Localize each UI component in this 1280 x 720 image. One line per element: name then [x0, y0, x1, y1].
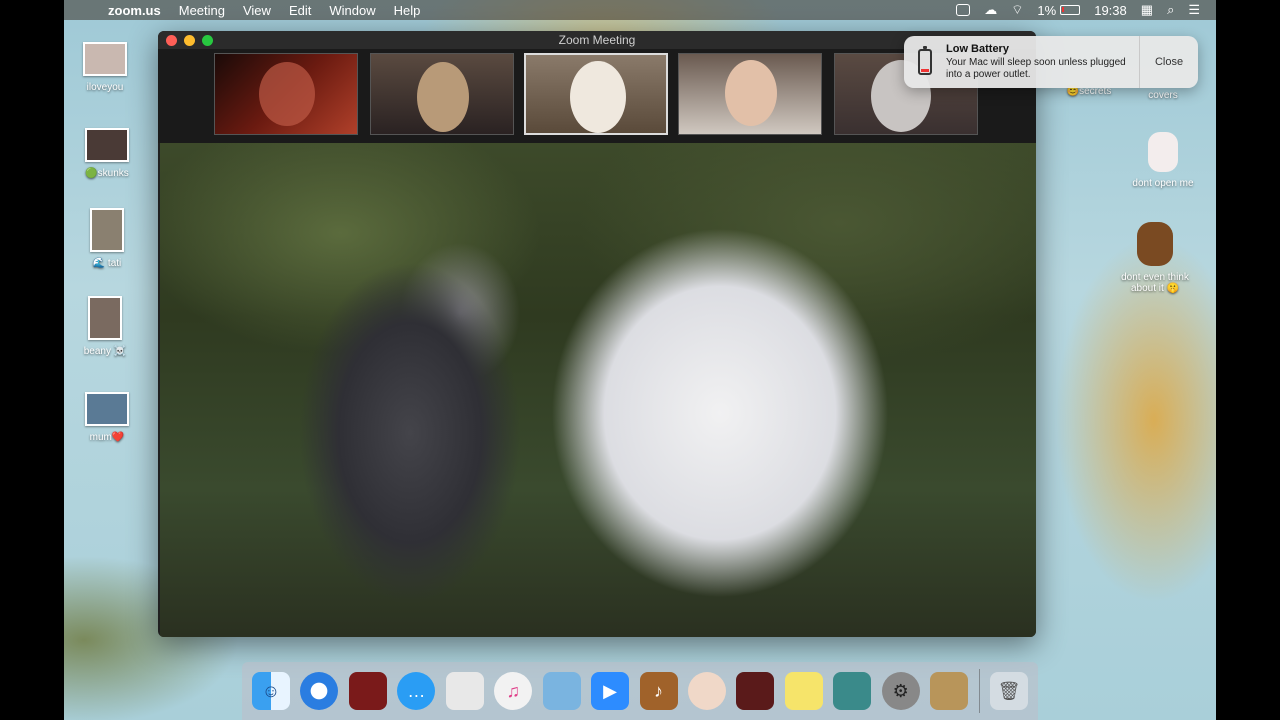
itunes-icon[interactable]: ♫ [494, 672, 533, 710]
safari-icon[interactable] [300, 672, 339, 710]
participant-tile-active-speaker[interactable] [524, 53, 668, 135]
image-thumbnail [88, 296, 122, 340]
menu-bar: zoom.us Meeting View Edit Window Help ☁ … [64, 0, 1216, 20]
zoom-icon[interactable]: ▶ [591, 672, 630, 710]
desktop-icon-label: 🟢skunks [85, 168, 129, 179]
active-speaker-video[interactable] [160, 143, 1036, 637]
participant-video [570, 61, 626, 133]
garageband-icon[interactable]: ♪ [639, 672, 678, 710]
contacts-icon[interactable] [930, 672, 969, 710]
desktop-icon-label: mum❤️ [89, 432, 125, 443]
minimize-window-button[interactable] [184, 35, 195, 46]
app-icon[interactable] [736, 672, 775, 710]
app-menu[interactable]: zoom.us [108, 3, 161, 18]
menu-window[interactable]: Window [329, 3, 375, 18]
zoom-status-icon[interactable] [956, 4, 971, 16]
desktop-icon-label: dont even think about it 🤫 [1121, 272, 1189, 294]
battery-status[interactable]: 1% [1037, 2, 1081, 18]
app-icon[interactable] [445, 672, 484, 710]
desktop-icon-label: covers [1148, 90, 1178, 101]
participant-tile[interactable] [214, 53, 358, 135]
desktop-icon-tati[interactable]: 🌊 tati [62, 208, 152, 269]
desktop-icon-skunks[interactable]: 🟢skunks [62, 128, 152, 179]
notification-body: Your Mac will sleep soon unless plugged … [946, 57, 1126, 80]
wifi-icon[interactable]: ⌔ [1011, 2, 1023, 18]
dock-separator [978, 669, 980, 713]
menu-meeting[interactable]: Meeting [179, 3, 225, 18]
participant-tile[interactable] [370, 53, 514, 135]
close-window-button[interactable] [166, 35, 177, 46]
fullscreen-window-button[interactable] [202, 35, 213, 46]
bunny-icon [1148, 132, 1178, 172]
image-thumbnail [85, 392, 129, 426]
image-thumbnail [83, 42, 127, 76]
stickies-icon[interactable] [784, 672, 823, 710]
creative-cloud-icon[interactable]: ☁ [984, 2, 997, 18]
image-thumbnail [90, 208, 124, 252]
window-title: Zoom Meeting [558, 33, 636, 47]
battery-icon [918, 46, 932, 75]
desktop-icon-beany[interactable]: beany ☠️ [60, 296, 150, 357]
participant-video [417, 62, 469, 132]
calendar-icon[interactable]: ▦ [1141, 2, 1153, 18]
menu-edit[interactable]: Edit [289, 3, 311, 18]
notification-center-icon[interactable]: ☰ [1188, 2, 1200, 18]
notification-close-button[interactable]: Close [1139, 36, 1198, 88]
finder-icon[interactable]: ☺ [252, 672, 290, 710]
desktop-icon-label: 🌊 tati [92, 258, 122, 269]
image-thumbnail [85, 128, 129, 162]
participant-video [725, 60, 777, 126]
dock: ☺ … ♫ ▶ ♪ ⚙ 🗑 [242, 662, 1038, 720]
notification-title: Low Battery [946, 43, 1009, 55]
menu-help[interactable]: Help [394, 3, 421, 18]
participant-tile[interactable] [678, 53, 822, 135]
desktop-icon-label: dont open me [1132, 178, 1194, 189]
face-icon[interactable] [687, 672, 726, 710]
battery-percent: 1% [1037, 2, 1057, 18]
desktop-icon-dont-even-think-about-it[interactable]: dont even think about it 🤫 [1110, 222, 1200, 294]
zoom-meeting-window: Zoom Meeting [158, 31, 1036, 637]
system-preferences-icon[interactable]: ⚙ [881, 672, 920, 710]
battery-icon [1060, 5, 1081, 15]
desktop-icon-covers[interactable]: covers [1118, 90, 1208, 101]
messages-icon[interactable]: … [397, 672, 436, 710]
lion-icon [1137, 222, 1173, 266]
app-icon[interactable] [542, 672, 581, 710]
spotlight-search-icon[interactable]: ⌕ [1167, 2, 1174, 18]
desktop-icon-mum[interactable]: mum❤️ [62, 392, 152, 443]
low-battery-notification[interactable]: Low Battery Your Mac will sleep soon unl… [904, 36, 1198, 88]
preview-icon[interactable] [833, 672, 872, 710]
trash-icon[interactable]: 🗑 [990, 672, 1028, 710]
desktop-icon-iloveyou[interactable]: iloveyou [60, 42, 150, 93]
photo-booth-icon[interactable] [348, 672, 387, 710]
clock[interactable]: 19:38 [1094, 3, 1127, 18]
desktop-icon-label: iloveyou [86, 82, 124, 93]
menu-view[interactable]: View [243, 3, 271, 18]
participant-video [259, 62, 315, 126]
desktop-icon-label: beany ☠️ [83, 346, 127, 357]
desktop-icon-dont-open-me[interactable]: dont open me [1118, 132, 1208, 189]
